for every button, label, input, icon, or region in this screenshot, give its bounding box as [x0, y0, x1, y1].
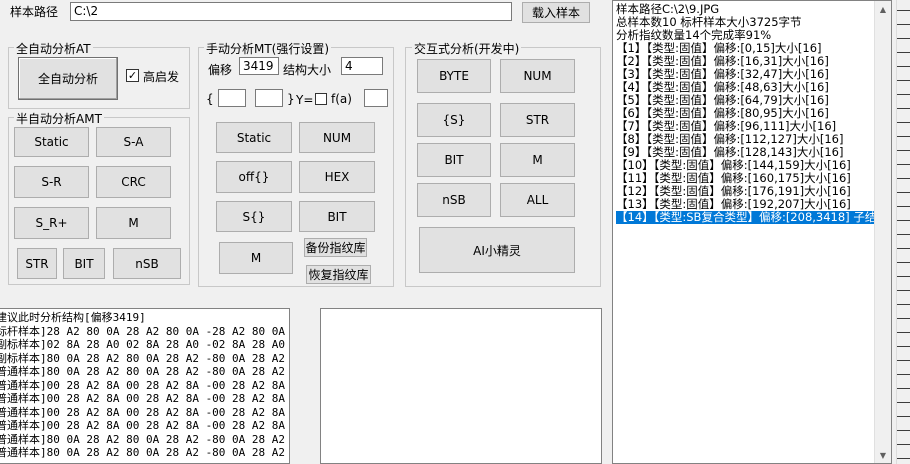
brace-start-input[interactable]	[218, 89, 246, 107]
hex-sample-line: 普通样本]00 28 A2 8A 00 28 A2 8A -00 28 A2 8…	[0, 378, 289, 392]
hex-sample-line: 普通样本]80 0A 28 A2 80 0A 28 A2 -80 0A 28 A…	[0, 432, 289, 446]
auxiliary-output-panel[interactable]	[320, 308, 602, 464]
result-line[interactable]: 【13】【类型:固值】偏移:[192,207]大小[16]	[616, 198, 874, 211]
hex-sample-line: 普通样本]00 28 A2 8A 00 28 A2 8A -00 28 A2 8…	[0, 392, 289, 405]
semi-nsb-button[interactable]: nSB	[113, 248, 181, 279]
ai-assistant-button[interactable]: AI小精灵	[419, 227, 575, 273]
hex-sample-line: 副标样本]80 0A 28 A2 80 0A 28 A2 -80 0A 28 A…	[0, 351, 289, 365]
hex-sample-line: 普通样本]00 28 A2 8A 00 28 A2 8A -00 28 A2 8…	[0, 405, 289, 419]
brace-open-label: {	[206, 92, 214, 106]
struct-size-label: 结构大小	[283, 63, 332, 77]
scroll-up-icon[interactable]: ▲	[875, 1, 891, 17]
semi-s-r-button[interactable]: S-R	[14, 166, 89, 198]
backup-fingerprint-button[interactable]: 备份指纹库	[304, 238, 367, 257]
manual-bit-button[interactable]: BIT	[299, 201, 375, 232]
semi-str-button[interactable]: STR	[17, 248, 57, 279]
offset-input[interactable]: 3419	[239, 57, 279, 75]
hex-sample-line: 标杆样本]28 A2 80 0A 28 A2 80 0A -28 A2 80 0…	[0, 324, 289, 338]
interactive-all-button[interactable]: ALL	[500, 183, 575, 217]
interactive-byte-button[interactable]: BYTE	[417, 59, 491, 93]
semi-auto-analysis-group-title: 半自动分析AMT	[14, 110, 104, 127]
result-scrollbar[interactable]: ▲ ▼	[874, 1, 891, 463]
result-line-selected[interactable]: 【14】【类型:SB复合类型】偏移:[208,3418] 子结构	[616, 211, 874, 224]
brace-end-input[interactable]	[255, 89, 283, 107]
struct-size-input[interactable]: 4	[341, 57, 383, 75]
semi-s-a-button[interactable]: S-A	[96, 127, 171, 157]
interactive-bit-button[interactable]: BIT	[417, 143, 491, 177]
interactive-str-button[interactable]: STR	[500, 103, 575, 137]
sample-path-input[interactable]: C:\2	[70, 2, 512, 21]
hex-output-panel[interactable]: 建议此时分析结构[偏移3419] 标杆样本]28 A2 80 0A 28 A2 8…	[0, 308, 290, 464]
high-heuristic-checkbox[interactable]: ✓	[126, 69, 139, 82]
manual-hex-button[interactable]: HEX	[299, 161, 375, 193]
hex-sample-line: 普通样本]80 0A 28 A2 80 0A 28 A2 -80 0A 28 A…	[0, 446, 289, 459]
hex-sample-line: 普通样本]00 28 A2 8A 00 28 A2 8A -00 28 A2 8…	[0, 419, 289, 432]
interactive-num-button[interactable]: NUM	[500, 59, 575, 93]
semi-crc-button[interactable]: CRC	[96, 166, 171, 198]
sample-path-label: 样本路径	[10, 5, 59, 19]
y-checkbox[interactable]	[315, 93, 327, 105]
semi-m-button[interactable]: M	[96, 207, 171, 239]
manual-s-braces-button[interactable]: S{}	[216, 201, 292, 232]
interactive-analysis-group-title: 交互式分析(开发中)	[412, 40, 522, 57]
auto-analysis-group-title: 全自动分析AT	[14, 40, 93, 57]
load-sample-button[interactable]: 载入样本	[522, 2, 590, 23]
hex-sample-line: 普通样本]80 0A 28 A2 80 0A 28 A2 -80 0A 28 A…	[0, 365, 289, 378]
manual-static-button[interactable]: Static	[216, 122, 292, 153]
scroll-down-icon[interactable]: ▼	[875, 447, 891, 463]
manual-num-button[interactable]: NUM	[299, 122, 375, 153]
hex-suggestion-line: 建议此时分析结构[偏移3419]	[0, 311, 146, 324]
hex-sample-line: 副标样本]02 8A 28 A0 02 8A 28 A0 -02 8A 28 A…	[0, 338, 289, 351]
analysis-result-panel[interactable]: 样本路径C:\2\9.JPG 总样本数10 标杆样本大小3725字节 分析指纹数量1…	[612, 0, 892, 464]
interactive-nsb-button[interactable]: nSB	[417, 183, 491, 217]
fa-input[interactable]	[364, 89, 388, 107]
restore-fingerprint-button[interactable]: 恢复指纹库	[306, 265, 371, 284]
fa-label: f(a)	[331, 92, 352, 106]
manual-m-button[interactable]: M	[219, 242, 293, 274]
y-equals-label: Y=	[296, 93, 314, 107]
semi-bit-button[interactable]: BIT	[63, 248, 105, 279]
full-auto-analysis-button[interactable]: 全自动分析	[18, 57, 118, 100]
interactive-s-button[interactable]: {S}	[417, 103, 491, 137]
offset-label: 偏移	[208, 63, 233, 77]
semi-static-button[interactable]: Static	[14, 127, 89, 157]
high-heuristic-label: 高启发	[143, 70, 180, 84]
window-edge-strip	[896, 0, 910, 464]
interactive-m-button[interactable]: M	[500, 143, 575, 177]
semi-s-r-plus-button[interactable]: S_R+	[14, 207, 89, 239]
manual-off-button[interactable]: off{}	[216, 161, 292, 193]
manual-analysis-group-title: 手动分析MT(强行设置)	[204, 40, 332, 57]
brace-close-label: }	[287, 92, 295, 106]
